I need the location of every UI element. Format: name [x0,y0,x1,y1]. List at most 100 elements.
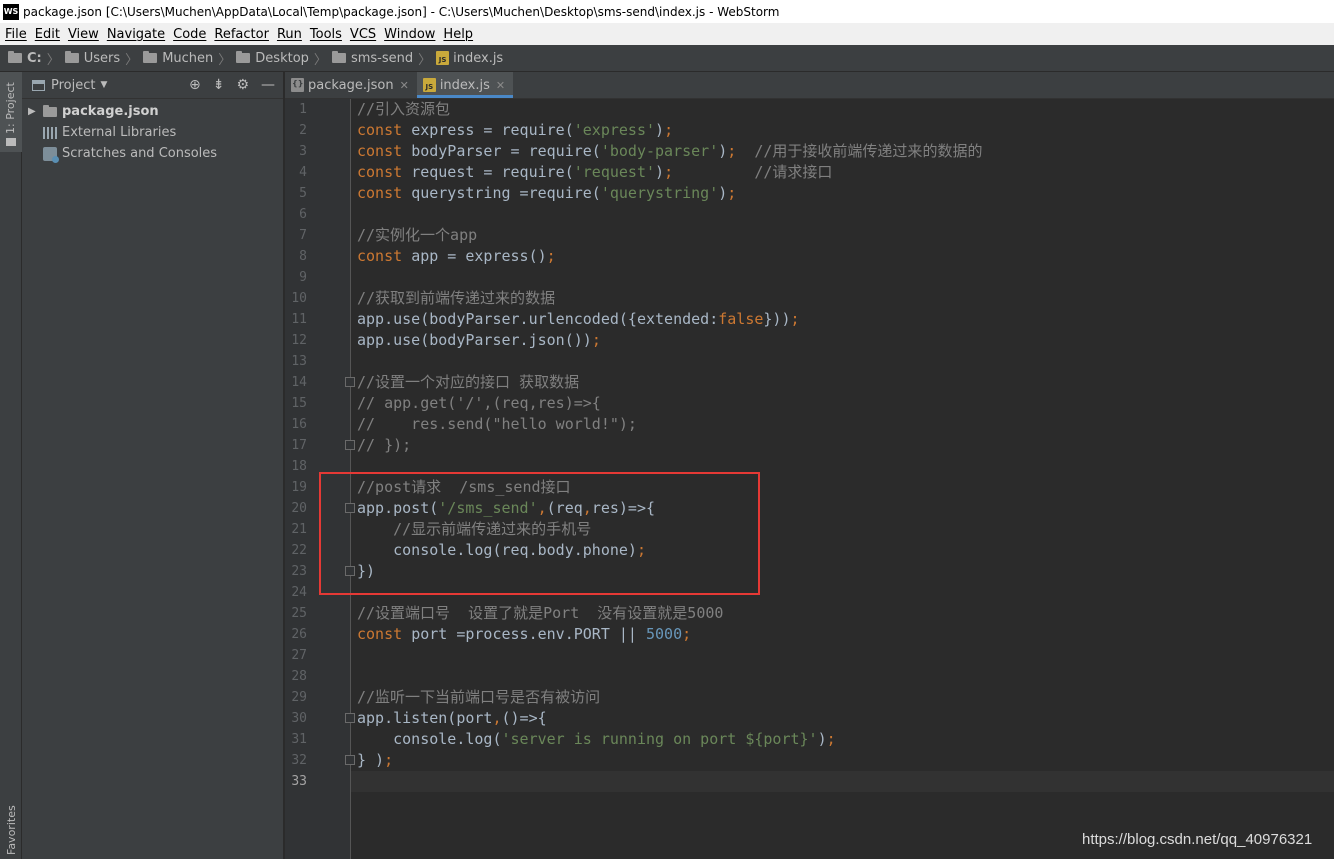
menu-item-view[interactable]: View [65,27,102,42]
menu-item-run[interactable]: Run [274,27,305,42]
code-line[interactable]: const express = require('express'); [357,120,673,141]
line-number[interactable]: 31 [285,729,307,750]
close-icon[interactable]: ✕ [400,79,409,92]
breadcrumb-item[interactable]: Desktop [236,51,309,66]
fold-marker-icon[interactable] [345,713,355,723]
line-number[interactable]: 18 [285,456,307,477]
line-number[interactable]: 4 [285,162,307,183]
code-line[interactable]: app.use(bodyParser.json()); [357,330,601,351]
tree-item-label: package.json [62,104,159,119]
line-number[interactable]: 13 [285,351,307,372]
menu-item-refactor[interactable]: Refactor [211,27,272,42]
gear-icon[interactable]: ⚙ [236,78,249,92]
line-number[interactable]: 14 [285,372,307,393]
line-number[interactable]: 7 [285,225,307,246]
breadcrumb-item[interactable]: JS index.js [436,51,503,66]
menu-item-vcs[interactable]: VCS [347,27,379,42]
tree-item-external-libraries[interactable]: External Libraries [22,122,283,143]
line-number[interactable]: 29 [285,687,307,708]
code-line[interactable]: //设置一个对应的接口 获取数据 [357,372,579,393]
chevron-right-icon[interactable]: ▶ [28,106,40,117]
line-number[interactable]: 21 [285,519,307,540]
code-line[interactable]: //获取到前端传递过来的数据 [357,288,555,309]
code-line[interactable]: } ); [357,750,393,771]
fold-marker-icon[interactable] [345,755,355,765]
code-line[interactable]: // app.get('/',(req,res)=>{ [357,393,601,414]
line-number[interactable]: 27 [285,645,307,666]
code-line[interactable]: //引入资源包 [357,99,450,120]
code-line[interactable]: //设置端口号 设置了就是Port 没有设置就是5000 [357,603,723,624]
breadcrumb-item[interactable]: Muchen [143,51,213,66]
line-number[interactable]: 9 [285,267,307,288]
code-token: //用于接收前端传递过来的数据的 [754,142,983,160]
line-number[interactable]: 24 [285,582,307,603]
breadcrumb-item[interactable]: Users [64,51,120,66]
fold-marker-icon[interactable] [345,377,355,387]
code-line[interactable]: const bodyParser = require('body-parser'… [357,141,982,162]
code-token: //获取到前端传递过来的数据 [357,289,556,307]
fold-marker-icon[interactable] [345,566,355,576]
menu-item-code[interactable]: Code [170,27,209,42]
line-number[interactable]: 16 [285,414,307,435]
breadcrumb-item[interactable]: C: [8,51,42,66]
chevron-down-icon[interactable]: ▼ [100,80,107,90]
fold-marker-icon[interactable] [345,440,355,450]
code-editor[interactable]: 1 2 3 4 5 6 7 8 9 10 11 12 13 14 15 16 17 18 19 20 21 22 23 24 2… [285,99,1334,859]
code-line[interactable]: // res.send("hello world!"); [357,414,637,435]
code-line[interactable]: const request = require('request'); //请求… [357,162,832,183]
tab-package-json[interactable]: package.json ✕ [285,72,417,98]
code-line[interactable]: //实例化一个app [357,225,477,246]
minimize-icon[interactable]: — [261,78,275,92]
line-number[interactable]: 26 [285,624,307,645]
code-line[interactable]: const querystring =require('querystring'… [357,183,736,204]
line-number[interactable]: 10 [285,288,307,309]
line-number[interactable]: 22 [285,540,307,561]
menu-item-tools[interactable]: Tools [307,27,345,42]
code-line[interactable]: const port =process.env.PORT || 5000; [357,624,691,645]
code-line[interactable]: app.use(bodyParser.urlencoded({extended:… [357,309,800,330]
code-token: // app.get('/',(req,res)=>{ [357,394,601,412]
fold-marker-icon[interactable] [345,503,355,513]
line-number[interactable]: 2 [285,120,307,141]
line-number[interactable]: 1 [285,99,307,120]
code-line[interactable]: app.listen(port,()=>{ [357,708,547,729]
line-number[interactable]: 25 [285,603,307,624]
collapse-icon[interactable]: ⇟ [213,78,225,92]
code-line[interactable]: //监听一下当前端口号是否有被访问 [357,687,600,708]
tab-index-js[interactable]: JS index.js ✕ [416,72,514,98]
line-number[interactable]: 33 [285,771,307,792]
folder-icon [64,51,79,63]
line-number[interactable]: 23 [285,561,307,582]
project-tool-button[interactable]: 1: Project [0,72,22,152]
code-line[interactable]: const app = express(); [357,246,556,267]
tree-item-package-json[interactable]: ▶ package.json [22,101,283,122]
line-number[interactable]: 8 [285,246,307,267]
line-number[interactable]: 15 [285,393,307,414]
code-token: // res.send("hello world!"); [357,415,637,433]
line-number[interactable]: 19 [285,477,307,498]
menu-item-help[interactable]: Help [440,27,476,42]
breadcrumb-item[interactable]: sms-send [331,51,413,66]
line-number[interactable]: 30 [285,708,307,729]
menu-item-edit[interactable]: Edit [32,27,63,42]
line-number[interactable]: 28 [285,666,307,687]
code-line[interactable]: // }); [357,435,411,456]
favorites-tool-button[interactable]: Favorites [5,805,18,855]
target-icon[interactable]: ⊕ [189,78,201,92]
project-view-selector[interactable]: Project [51,78,95,93]
line-number[interactable]: 32 [285,750,307,771]
code-line[interactable]: console.log('server is running on port $… [357,729,836,750]
close-icon[interactable]: ✕ [496,79,505,92]
menu-item-navigate[interactable]: Navigate [104,27,168,42]
line-number[interactable]: 3 [285,141,307,162]
line-number[interactable]: 12 [285,330,307,351]
line-number[interactable]: 20 [285,498,307,519]
line-number[interactable]: 5 [285,183,307,204]
breadcrumb-separator-icon: 〉 [218,52,232,68]
line-number[interactable]: 17 [285,435,307,456]
menu-item-file[interactable]: File [2,27,30,42]
tree-item-scratches[interactable]: Scratches and Consoles [22,143,283,164]
line-number[interactable]: 11 [285,309,307,330]
line-number[interactable]: 6 [285,204,307,225]
menu-item-window[interactable]: Window [381,27,438,42]
